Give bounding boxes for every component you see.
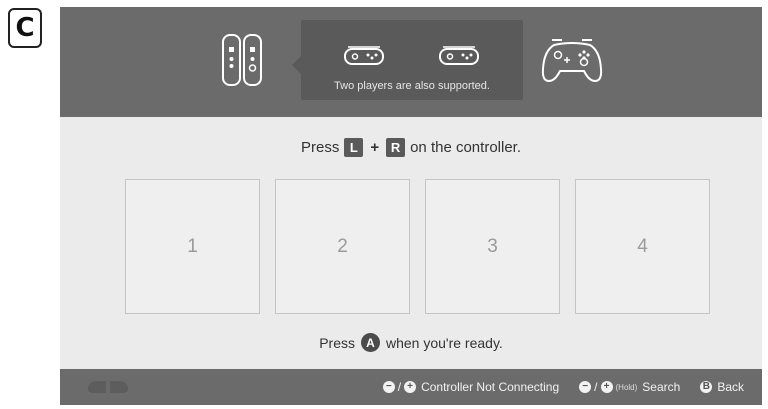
player-slot-number: 2 <box>337 235 348 257</box>
controller-not-connecting-button[interactable]: − / + Controller Not Connecting <box>382 380 560 394</box>
back-button[interactable]: B Back <box>700 380 744 394</box>
a-button-icon[interactable]: A <box>360 333 380 352</box>
player-slot-4: 4 <box>575 179 710 314</box>
player-slot-2: 2 <box>275 179 410 314</box>
back-label: Back <box>717 380 744 394</box>
l-button-icon: L <box>344 138 364 157</box>
minus-button-icon: − <box>579 381 592 393</box>
plus-button-icon: + <box>404 381 417 393</box>
ready-suffix: when you're ready. <box>385 334 503 351</box>
search-button[interactable]: − / + (Hold) Search <box>579 380 680 394</box>
controller-pairing-screen: Two players are also supported. Press L … <box>60 7 762 405</box>
player-slot-1: 1 <box>125 179 260 314</box>
joycon-pair-icon <box>222 34 262 86</box>
two-players-popup: Two players are also supported. <box>292 20 523 100</box>
player-slot-number: 3 <box>487 235 498 257</box>
r-button-icon: R <box>386 138 406 157</box>
hold-label: (Hold) <box>615 382 638 392</box>
pro-controller-icon <box>541 39 603 83</box>
sideways-joycon-icon <box>439 46 479 65</box>
instruction-prefix: Press <box>300 139 340 156</box>
popup-text: Two players are also supported. <box>334 80 490 92</box>
ready-prefix: Press <box>319 334 355 351</box>
controller-style-header: Two players are also supported. <box>60 7 762 117</box>
plus-sign: + <box>370 139 380 156</box>
bottom-bar: − / + Controller Not Connecting − / + (H… <box>60 369 762 405</box>
panel-letter-badge: C <box>8 8 42 48</box>
plus-button-icon: + <box>600 381 613 393</box>
slash: / <box>397 380 402 394</box>
slash: / <box>594 380 598 394</box>
ready-prompt: Press A when you're ready. <box>60 333 762 352</box>
panel-letter: C <box>15 13 35 43</box>
b-button-icon: B <box>700 381 713 393</box>
minus-button-icon: − <box>382 381 395 393</box>
pairing-instruction: Press L + R on the controller. <box>60 138 762 157</box>
joycon-lr-icon <box>88 381 128 393</box>
controller-not-connecting-label: Controller Not Connecting <box>421 380 560 394</box>
search-label: Search <box>642 380 681 394</box>
sideways-joycon-icon <box>344 46 384 65</box>
player-slot-number: 4 <box>637 235 648 257</box>
player-slot-3: 3 <box>425 179 560 314</box>
player-slot-number: 1 <box>187 235 198 257</box>
bottom-bar-actions: − / + Controller Not Connecting − / + (H… <box>382 369 744 405</box>
instruction-suffix: on the controller. <box>410 139 521 156</box>
